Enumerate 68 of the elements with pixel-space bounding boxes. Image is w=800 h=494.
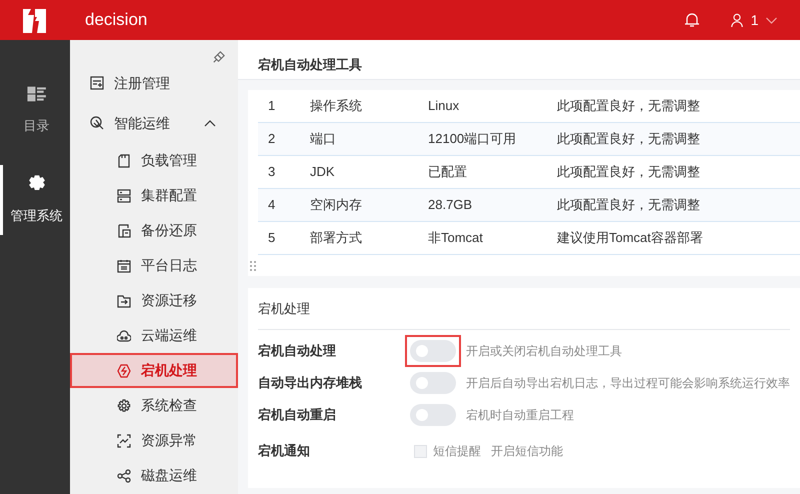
sidebar-item[interactable]: 宕机处理 <box>70 353 238 388</box>
table-cell-text: 操作系统 <box>310 97 363 116</box>
sidebar-item[interactable]: 注册管理 <box>70 63 238 103</box>
table-cell-text: 此项配置良好，无需调整 <box>557 196 700 214</box>
bell-icon[interactable] <box>684 12 700 28</box>
sidebar-item[interactable]: 资源异常 <box>70 423 238 458</box>
setting-label: 宕机通知 <box>258 442 311 460</box>
table-cell-text: 5 <box>267 229 276 248</box>
toggle-switch[interactable] <box>410 340 456 362</box>
setting-description: 开启或关闭宕机自动处理工具 <box>466 343 622 360</box>
table-cell-text: 非Tomcat <box>428 229 484 248</box>
sidebar-item[interactable]: 集群配置 <box>70 178 238 213</box>
nodes-icon <box>117 468 131 482</box>
table-cell-text: 此项配置良好，无需调整 <box>557 130 700 148</box>
setting-label: 宕机自动处理 <box>258 342 337 360</box>
pin-icon <box>211 50 226 65</box>
table-cell-text: 已配置 <box>428 163 468 182</box>
table-cell-text: 3 <box>267 163 276 182</box>
calendar-icon <box>117 258 131 272</box>
table-cell-text: 1 <box>267 97 276 116</box>
section-title: 宕机处理 <box>258 300 310 318</box>
page-title: 宕机自动处理工具 <box>238 40 800 80</box>
card-icon <box>117 154 131 168</box>
setting-description: 开启短信功能 <box>491 443 563 460</box>
document-icon <box>117 224 131 238</box>
sidebar-item[interactable]: 平台日志 <box>70 248 238 283</box>
scan-icon <box>117 434 131 448</box>
drag-handle-icon <box>250 261 256 271</box>
table-cell-text: Linux <box>428 97 460 116</box>
lightning-icon <box>117 364 131 378</box>
form-icon <box>90 76 104 90</box>
table-cell-text: 端口 <box>310 130 337 148</box>
setting-label: 自动导出内存堆栈 <box>258 374 363 392</box>
checkbox-label: 短信提醒 <box>433 443 481 460</box>
table-cell-text: JDK <box>310 163 336 182</box>
list-icon <box>26 84 46 103</box>
folder-arrow-icon <box>117 294 131 308</box>
sidebar-item[interactable]: 系统检查 <box>70 388 238 423</box>
table-cell-text: 4 <box>267 196 276 214</box>
table-cell-text: 部署方式 <box>310 229 363 248</box>
sidebar-item[interactable]: 磁盘运维 <box>70 458 238 493</box>
table-cell-text: 2 <box>267 130 276 148</box>
toggle-switch[interactable] <box>410 404 456 426</box>
cloud-icon <box>117 328 131 342</box>
setting-description: 开启后自动导出宕机日志，导出过程可能会影响系统运行效率 <box>466 375 790 392</box>
gear-icon <box>26 174 46 193</box>
sidebar-item[interactable]: 云端运维 <box>70 318 238 353</box>
server-icon <box>117 188 131 202</box>
sidebar-item[interactable]: 备份还原 <box>70 213 238 248</box>
table-cell-text: 28.7GB <box>428 196 474 214</box>
checkbox[interactable] <box>414 444 427 458</box>
table-cell-text: 12100端口可用 <box>428 130 518 148</box>
sidebar-item[interactable]: 负载管理 <box>70 143 238 178</box>
setting-description: 宕机时自动重启工程 <box>466 407 574 424</box>
gear-icon <box>117 398 131 412</box>
setting-label: 宕机自动重启 <box>258 406 337 424</box>
user-menu[interactable]: 1 <box>730 10 778 30</box>
user-icon <box>730 13 744 27</box>
table-cell-text: 此项配置良好，无需调整 <box>557 163 700 182</box>
table-cell-text: 此项配置良好，无需调整 <box>557 97 700 116</box>
toggle-switch[interactable] <box>410 372 456 394</box>
caret-icon <box>765 15 778 25</box>
sidebar-item[interactable]: 智能运维 <box>70 103 238 143</box>
rail-tab[interactable]: 目录 <box>0 75 70 145</box>
table-cell-text: 建议使用Tomcat容器部署 <box>557 229 703 248</box>
app-title: decision <box>85 9 148 32</box>
table-cell-text: 空闲内存 <box>310 196 363 214</box>
sidebar-item[interactable]: 资源迁移 <box>70 283 238 318</box>
